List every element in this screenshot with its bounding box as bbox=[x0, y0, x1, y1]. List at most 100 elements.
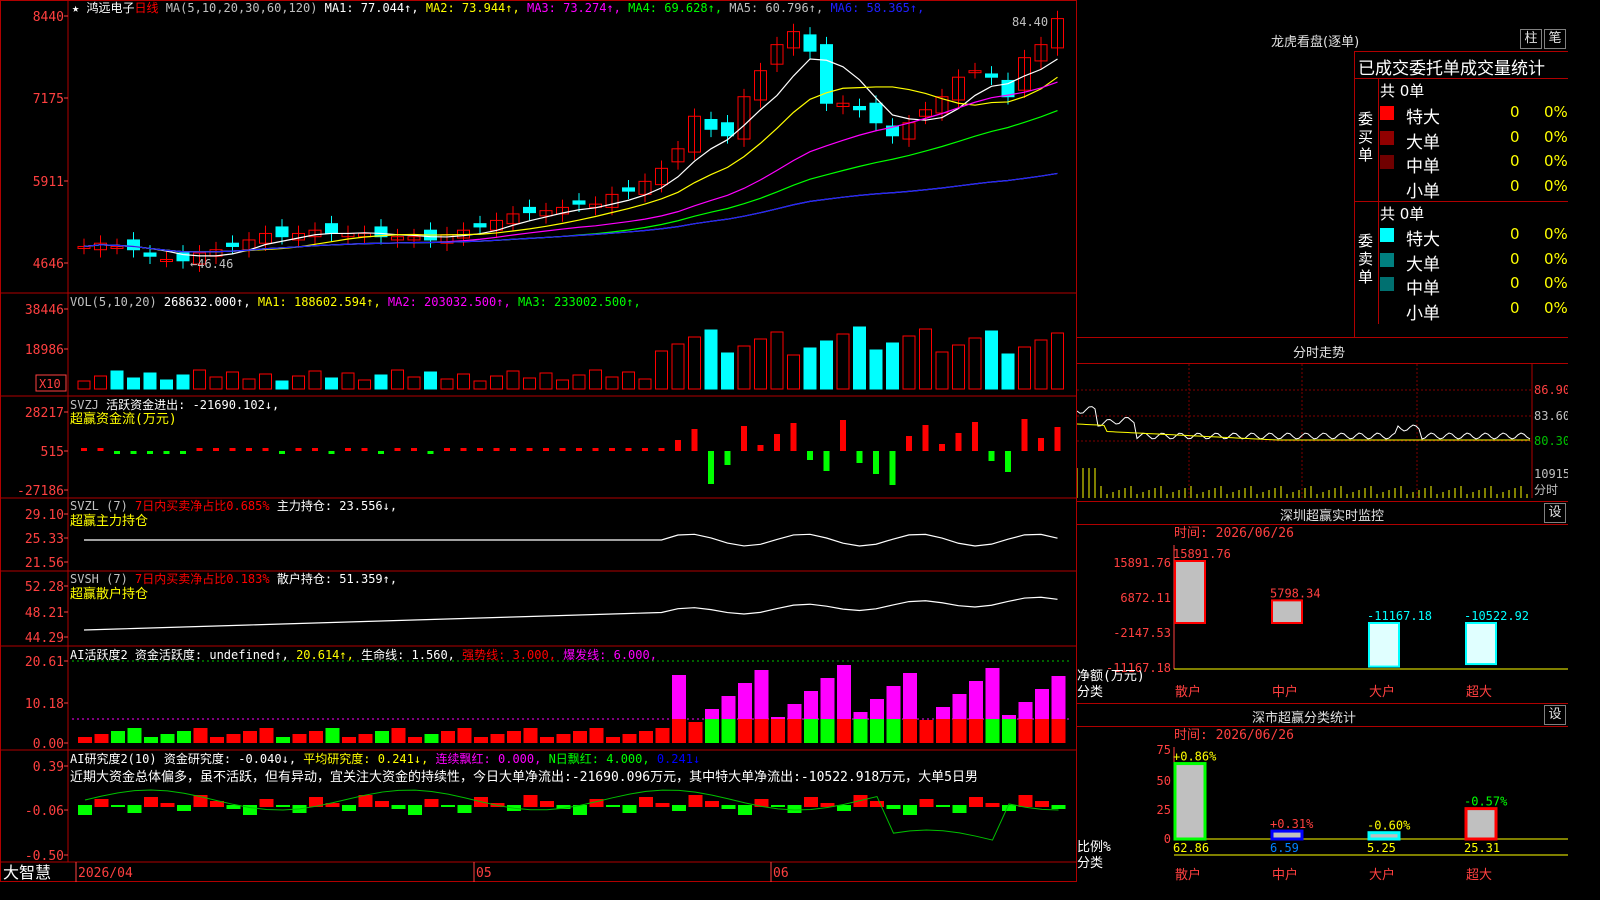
volume-bar bbox=[143, 372, 157, 390]
fund-flow-bar bbox=[691, 429, 698, 451]
volume-bar bbox=[622, 371, 635, 390]
active-bar-top bbox=[721, 696, 736, 719]
volume-bar bbox=[820, 340, 833, 390]
intraday-avg-line bbox=[1077, 423, 1530, 441]
sz-class-settings-button[interactable]: 设 bbox=[1544, 705, 1566, 725]
vol-axis-tick: 18986 bbox=[25, 343, 64, 358]
volume-bar bbox=[836, 333, 850, 390]
fund-flow-bar bbox=[510, 448, 516, 451]
fund-flow-bar bbox=[394, 448, 401, 451]
candle-body bbox=[803, 34, 817, 52]
order-percent: 0% bbox=[1544, 225, 1568, 243]
volume-bar bbox=[952, 344, 965, 390]
order-percent: 0% bbox=[1544, 103, 1568, 121]
monitor-bar bbox=[1271, 599, 1303, 624]
ma-line-5 bbox=[83, 172, 1058, 253]
intraday-chart[interactable]: 86.90 83.60 80.30 10915 分时 bbox=[1077, 364, 1568, 500]
research-bar bbox=[375, 801, 389, 807]
research-bar bbox=[721, 805, 736, 809]
fund-flow-bar bbox=[972, 422, 978, 451]
volume-bar bbox=[358, 379, 371, 390]
research-bar bbox=[523, 795, 538, 807]
retail-holding-line bbox=[83, 596, 1058, 631]
research-bar bbox=[705, 801, 719, 807]
research-axis-tick: -0.50 bbox=[25, 849, 64, 864]
research-bar bbox=[358, 795, 373, 807]
low-price-label: ←46.46 bbox=[190, 257, 233, 271]
fund-flow-bar bbox=[130, 451, 137, 454]
sz-monitor-settings-button[interactable]: 设 bbox=[1544, 503, 1566, 523]
svsh-axis-tick: 44.29 bbox=[25, 631, 64, 646]
research-bar bbox=[1018, 795, 1033, 807]
order-percent: 0% bbox=[1544, 274, 1568, 292]
active-bar bbox=[688, 722, 703, 743]
fund-flow-bar bbox=[988, 451, 995, 461]
dragon-tabs[interactable]: 已成交委托单成交量统计 bbox=[1358, 54, 1545, 79]
main-holding-line bbox=[84, 533, 1058, 547]
active-bar bbox=[969, 719, 983, 743]
fund-flow-bar bbox=[378, 451, 384, 454]
research-header: AI研究度2(10) 资金研究度: -0.040↓, 平均研究度: 0.241↓… bbox=[70, 751, 700, 766]
order-color-swatch bbox=[1380, 155, 1394, 169]
order-count: 0 bbox=[1510, 176, 1520, 195]
vol-axis-tick: 38446 bbox=[25, 303, 64, 318]
buy-orders-label: 委买单 bbox=[1358, 110, 1374, 164]
research-bar bbox=[78, 805, 92, 815]
research-bar bbox=[606, 805, 620, 807]
active-bar bbox=[540, 737, 554, 743]
active-bar bbox=[721, 719, 736, 743]
candle-body bbox=[985, 73, 998, 78]
class-bar-pct: 6.59 bbox=[1270, 841, 1299, 855]
active-bar-top bbox=[804, 691, 818, 719]
candle-body bbox=[869, 102, 883, 124]
fund-flow-bar bbox=[840, 420, 846, 451]
monitor-axis-label: 15891.76 bbox=[1113, 556, 1171, 570]
kline-chart-area[interactable]: 8440 7175 5911 4646 38446 18986 28217 515 -27186… bbox=[0, 0, 1077, 882]
order-percent: 0% bbox=[1544, 298, 1568, 317]
active-bar bbox=[94, 734, 109, 743]
stock-header: ★ 鸿远电子日线 MA(5,10,20,30,60,120) MA1: 77.0… bbox=[72, 1, 924, 15]
active-bar bbox=[424, 734, 439, 743]
volume-bar bbox=[1034, 339, 1048, 390]
class-xlabel: 分类 bbox=[1077, 856, 1103, 871]
volume-bar bbox=[968, 337, 982, 390]
monitor-category: 散户 bbox=[1175, 684, 1201, 700]
class-axis-label: 50 bbox=[1157, 774, 1171, 788]
fund-flow-bar bbox=[543, 448, 549, 451]
ma-line-6 bbox=[83, 172, 1058, 253]
bar-view-button[interactable]: 柱 bbox=[1520, 29, 1542, 49]
active-bar bbox=[358, 734, 373, 743]
svsh-subtitle: 超赢散户持仓 bbox=[70, 586, 148, 602]
active-bar-top bbox=[705, 709, 719, 719]
candle-body bbox=[127, 239, 140, 251]
active-bar bbox=[1018, 719, 1033, 743]
price-axis-tick: 4646 bbox=[33, 257, 64, 272]
candle-body bbox=[523, 206, 536, 214]
volume-bar bbox=[176, 374, 190, 390]
class-axis-label: 75 bbox=[1157, 743, 1171, 757]
fund-flow-bar bbox=[625, 448, 632, 451]
active-bar-top bbox=[952, 694, 967, 719]
vol-header: VOL(5,10,20) 268632.000↑, MA1: 188602.59… bbox=[70, 295, 641, 309]
volume-bar bbox=[1018, 346, 1031, 390]
order-count: 0 bbox=[1510, 103, 1520, 121]
order-size-name: 中单 bbox=[1406, 157, 1440, 177]
fund-flow-bar bbox=[592, 448, 599, 451]
tick-view-button[interactable]: 笔 bbox=[1544, 29, 1566, 49]
svsh-header: SVSH (7) 7日内买卖净占比0.183% 散户持仓: 51.359↑, bbox=[70, 571, 397, 586]
class-bar-pct: 25.31 bbox=[1464, 841, 1500, 855]
volume-bar bbox=[473, 380, 487, 390]
active-bar bbox=[903, 719, 917, 743]
active-bar-top bbox=[1051, 676, 1066, 719]
research-bar bbox=[886, 805, 901, 809]
volume-bar bbox=[671, 343, 685, 390]
class-bar bbox=[1270, 829, 1304, 841]
order-color-swatch bbox=[1380, 252, 1394, 267]
class-category: 中户 bbox=[1272, 867, 1298, 882]
order-count: 0 bbox=[1510, 225, 1520, 243]
active-bar bbox=[160, 734, 175, 743]
volume-bar bbox=[655, 350, 668, 390]
class-axis-label: 0 bbox=[1164, 832, 1171, 846]
active-bar bbox=[573, 731, 587, 743]
volume-bar bbox=[704, 329, 718, 390]
